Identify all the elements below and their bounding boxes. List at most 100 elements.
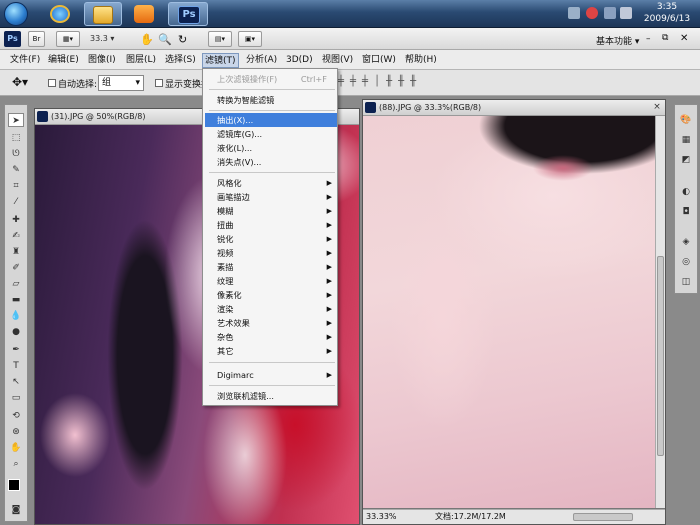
adjustments-panel-icon[interactable]: ◐ (678, 185, 694, 199)
document-window-2[interactable]: (88).JPG @ 33.3%(RGB/8) × 33.33% 文档:17.2… (362, 99, 666, 525)
auto-select-checkbox[interactable] (48, 79, 56, 87)
menu-window[interactable]: 窗口(W) (360, 53, 398, 68)
taskbar-explorer-button[interactable] (84, 2, 122, 26)
view-extras-button[interactable]: ▦▾ (56, 31, 80, 47)
volume-icon[interactable] (620, 7, 632, 19)
document-tab-2[interactable]: (88).JPG @ 33.3%(RGB/8) × (363, 100, 665, 116)
submenu-arrow-icon: ▶ (326, 263, 332, 271)
move-tool-preset-icon[interactable]: ✥▾ (12, 75, 28, 89)
menu-item-blur[interactable]: 模糊 ▶ (205, 204, 337, 218)
menu-item-pixelate[interactable]: 像素化 ▶ (205, 288, 337, 302)
shape-tool-icon[interactable]: ▭ (8, 391, 24, 405)
menu-filter[interactable]: 滤镜(T) (202, 53, 239, 68)
show-transform-checkbox[interactable] (155, 79, 163, 87)
brush-tool-icon[interactable]: ✍ (8, 229, 24, 243)
3d-rotate-tool-icon[interactable]: ⟲ (8, 409, 24, 423)
menu-item-sharpen[interactable]: 锐化 ▶ (205, 232, 337, 246)
paths-panel-icon[interactable]: ◫ (678, 275, 694, 289)
zoom-level-field[interactable]: 33.3 ▾ (90, 33, 126, 46)
menu-item-render[interactable]: 渲染 ▶ (205, 302, 337, 316)
zoom-status[interactable]: 33.33% (366, 510, 397, 524)
eraser-tool-icon[interactable]: ▱ (8, 277, 24, 291)
workspace-switcher[interactable]: 基本功能 ▾ (596, 34, 639, 47)
menu-item-convert-smart-filter[interactable]: 转换为智能滤镜 (205, 93, 337, 107)
menu-item-texture[interactable]: 纹理 ▶ (205, 274, 337, 288)
menu-image[interactable]: 图像(I) (86, 53, 118, 68)
menu-item-stylize[interactable]: 风格化 ▶ (205, 176, 337, 190)
menu-item-liquify[interactable]: 液化(L)... (205, 141, 337, 155)
document-canvas-2[interactable] (363, 116, 655, 508)
restore-button[interactable]: ⧉ (662, 33, 668, 43)
marquee-tool-icon[interactable]: ⬚ (8, 131, 24, 145)
layers-panel-icon[interactable]: ◈ (678, 235, 694, 249)
menu-item-video[interactable]: 视频 ▶ (205, 246, 337, 260)
styles-panel-icon[interactable]: ◩ (678, 153, 694, 167)
menu-edit[interactable]: 编辑(E) (46, 53, 81, 68)
keyboard-icon[interactable] (568, 7, 580, 19)
menu-item-filter-gallery[interactable]: 滤镜库(G)... (205, 127, 337, 141)
vertical-scrollbar[interactable] (655, 116, 665, 508)
menu-view[interactable]: 视图(V) (320, 53, 355, 68)
align-buttons[interactable]: ╪╪╪│╫╫╫ (338, 76, 448, 90)
arrange-documents-button[interactable]: ▤▾ (208, 31, 232, 47)
crop-tool-icon[interactable]: ⌗ (8, 179, 24, 193)
eyedropper-tool-icon[interactable]: ⁄ (8, 195, 24, 209)
menu-item-artistic[interactable]: 艺术效果 ▶ (205, 316, 337, 330)
menu-item-browse-filters-online[interactable]: 浏览联机滤镜... (205, 389, 337, 403)
channels-panel-icon[interactable]: ◎ (678, 255, 694, 269)
close-icon[interactable]: × (652, 102, 662, 112)
quick-mask-icon[interactable]: ◙ (8, 503, 24, 517)
screen-mode-button[interactable]: ▣▾ (238, 31, 262, 47)
dodge-tool-icon[interactable]: ● (8, 325, 24, 339)
menu-item-sketch[interactable]: 素描 ▶ (205, 260, 337, 274)
menu-select[interactable]: 选择(S) (163, 53, 198, 68)
lasso-tool-icon[interactable]: ᘎ (8, 147, 24, 161)
taskbar-ie-button[interactable] (42, 2, 78, 26)
menu-3d[interactable]: 3D(D) (284, 53, 315, 68)
path-select-tool-icon[interactable]: ↖ (8, 375, 24, 389)
zoom-tool-icon[interactable]: 🔍 (158, 33, 172, 46)
start-button[interactable] (4, 2, 28, 26)
clock[interactable]: 3:35 2009/6/13 (638, 1, 696, 25)
quick-select-tool-icon[interactable]: ✎ (8, 163, 24, 177)
menu-item-other[interactable]: 其它 ▶ (205, 344, 337, 358)
menu-analysis[interactable]: 分析(A) (244, 53, 279, 68)
document-size-status[interactable]: 文档:17.2M/17.2M (435, 510, 506, 524)
swatches-panel-icon[interactable]: ▦ (678, 133, 694, 147)
menu-item-vanishing-point[interactable]: 消失点(V)... (205, 155, 337, 169)
3d-orbit-tool-icon[interactable]: ⊛ (8, 425, 24, 439)
type-tool-icon[interactable]: T (8, 359, 24, 373)
alert-icon[interactable] (586, 7, 598, 19)
menu-item-noise[interactable]: 杂色 ▶ (205, 330, 337, 344)
taskbar-photoshop-button[interactable]: Ps (168, 2, 208, 26)
gradient-tool-icon[interactable]: ▬ (8, 293, 24, 307)
menu-help[interactable]: 帮助(H) (403, 53, 439, 68)
menu-file[interactable]: 文件(F) (8, 53, 42, 68)
pen-tool-icon[interactable]: ✒ (8, 343, 24, 357)
bridge-button[interactable]: Br (28, 31, 45, 47)
clone-stamp-tool-icon[interactable]: ♜ (8, 245, 24, 259)
taskbar-media-button[interactable] (126, 2, 162, 26)
zoom-tool-icon[interactable]: ⌕ (8, 457, 24, 471)
blur-tool-icon[interactable]: 💧 (8, 309, 24, 323)
color-panel-icon[interactable]: 🎨 (678, 113, 694, 127)
menu-item-distort[interactable]: 扭曲 ▶ (205, 218, 337, 232)
history-brush-tool-icon[interactable]: ✐ (8, 261, 24, 275)
network-icon[interactable] (604, 7, 616, 19)
move-tool-icon[interactable]: ➤ (8, 113, 24, 127)
hand-tool-icon[interactable]: ✋ (8, 441, 24, 455)
menu-item-digimarc[interactable]: Digimarc ▶ (205, 368, 337, 382)
masks-panel-icon[interactable]: ◘ (678, 205, 694, 219)
foreground-color-swatch[interactable] (8, 479, 20, 491)
menu-item-brush-strokes[interactable]: 画笔描边 ▶ (205, 190, 337, 204)
menu-item-extract[interactable]: 抽出(X)... (205, 113, 337, 127)
healing-brush-tool-icon[interactable]: ✚ (8, 213, 24, 227)
hand-tool-icon[interactable]: ✋ (140, 33, 154, 46)
auto-select-dropdown[interactable]: 组 ▾ (98, 75, 144, 91)
close-button[interactable]: ✕ (680, 33, 688, 44)
rotate-view-icon[interactable]: ↻ (178, 33, 187, 46)
menu-layer[interactable]: 图层(L) (124, 53, 158, 68)
horizontal-scrollbar-thumb[interactable] (573, 513, 633, 521)
scrollbar-thumb[interactable] (657, 256, 664, 456)
minimize-button[interactable]: – (646, 34, 651, 44)
